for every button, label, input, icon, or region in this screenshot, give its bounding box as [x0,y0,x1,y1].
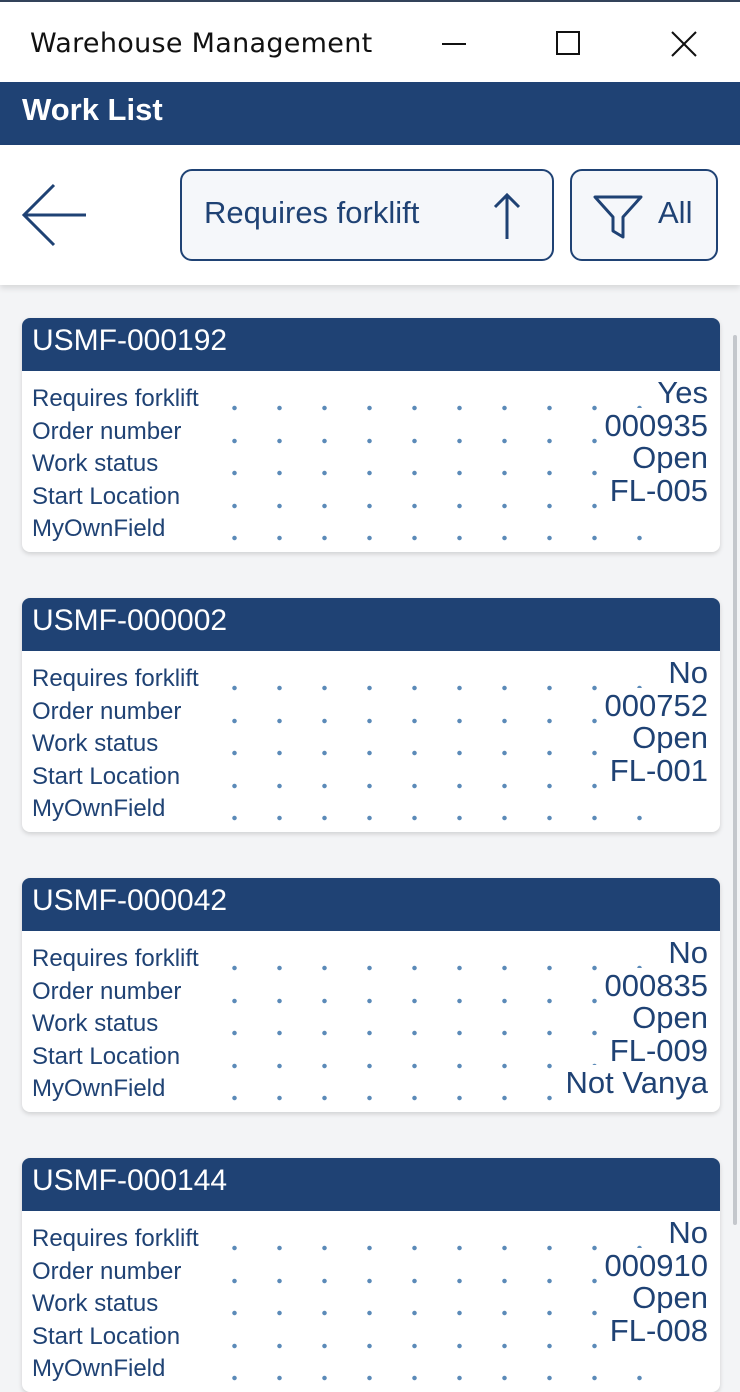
minimize-button[interactable] [432,22,476,66]
field-value: Open [626,1000,708,1036]
field-value: FL-005 [603,473,708,509]
field-label: MyOwnField [32,1355,174,1383]
maximize-icon [556,31,580,55]
field-value: 000752 [598,688,708,724]
sort-label: Requires forklift [204,195,420,230]
field-row: MyOwnField [22,1353,720,1385]
page-title: Work List [22,92,163,127]
field-label: Work status [32,1290,167,1318]
field-value: Open [626,720,708,756]
work-card[interactable]: USMF-000192 Requires forklift Yes Order n… [22,318,720,552]
field-row: MyOwnField [22,793,720,825]
field-value: No [662,655,708,691]
vertical-scrollbar[interactable] [733,335,737,1225]
field-label: Order number [32,978,190,1006]
app-title: Warehouse Management [30,28,373,59]
field-label: Start Location [32,483,189,511]
field-label: Start Location [32,1323,189,1351]
arrow-left-icon [21,183,86,247]
field-value: 000935 [598,408,708,444]
funnel-icon [593,195,643,239]
work-id: USMF-000042 [22,878,720,931]
field-value: Open [626,1280,708,1316]
work-id: USMF-000192 [22,318,720,371]
maximize-button[interactable] [546,22,590,66]
field-row: MyOwnField Not Vanya [22,1065,720,1105]
field-label: Work status [32,450,167,478]
field-label: Work status [32,1010,167,1038]
field-value: FL-001 [603,753,708,789]
sort-button[interactable]: Requires forklift [180,169,554,261]
work-card[interactable]: USMF-000144 Requires forklift No Order nu… [22,1158,720,1392]
minimize-icon [442,43,466,45]
work-id: USMF-000002 [22,598,720,651]
work-id: USMF-000144 [22,1158,720,1211]
field-label: MyOwnField [32,795,174,823]
field-value: Yes [651,375,708,411]
field-value: FL-008 [603,1313,708,1349]
field-row: MyOwnField [22,513,720,545]
field-value: FL-009 [603,1033,708,1069]
field-label: Requires forklift [32,385,207,413]
field-row: Order number 000935 [22,408,720,448]
field-value: 000910 [598,1248,708,1284]
field-label: Start Location [32,763,189,791]
arrow-up-icon [493,192,521,239]
filter-label: All [658,195,693,230]
field-label: Order number [32,698,190,726]
field-label: Requires forklift [32,665,207,693]
field-label: Requires forklift [32,1225,207,1253]
toolbar: Requires forklift All [0,145,740,285]
field-row: Order number 000835 [22,968,720,1008]
close-icon [671,31,697,57]
window-titlebar: Warehouse Management [0,0,740,82]
field-label: Requires forklift [32,945,207,973]
page-header: Work List [0,82,740,145]
field-label: MyOwnField [32,515,174,543]
field-row: Order number 000752 [22,688,720,728]
field-row: Order number 000910 [22,1248,720,1288]
back-button[interactable] [14,175,94,255]
field-row: Start Location FL-008 [22,1313,720,1353]
field-label: Order number [32,1258,190,1286]
field-label: MyOwnField [32,1075,174,1103]
field-label: Start Location [32,1043,189,1071]
field-label: Order number [32,418,190,446]
field-value: Open [626,440,708,476]
field-value: No [662,935,708,971]
filter-button[interactable]: All [570,169,718,261]
field-value: 000835 [598,968,708,1004]
close-button[interactable] [662,22,706,66]
work-card[interactable]: USMF-000002 Requires forklift No Order nu… [22,598,720,832]
field-row: Start Location FL-005 [22,473,720,513]
field-value: No [662,1215,708,1251]
field-row: Start Location FL-001 [22,753,720,793]
work-card[interactable]: USMF-000042 Requires forklift No Order nu… [22,878,720,1112]
field-value: Not Vanya [559,1065,708,1101]
field-label: Work status [32,730,167,758]
